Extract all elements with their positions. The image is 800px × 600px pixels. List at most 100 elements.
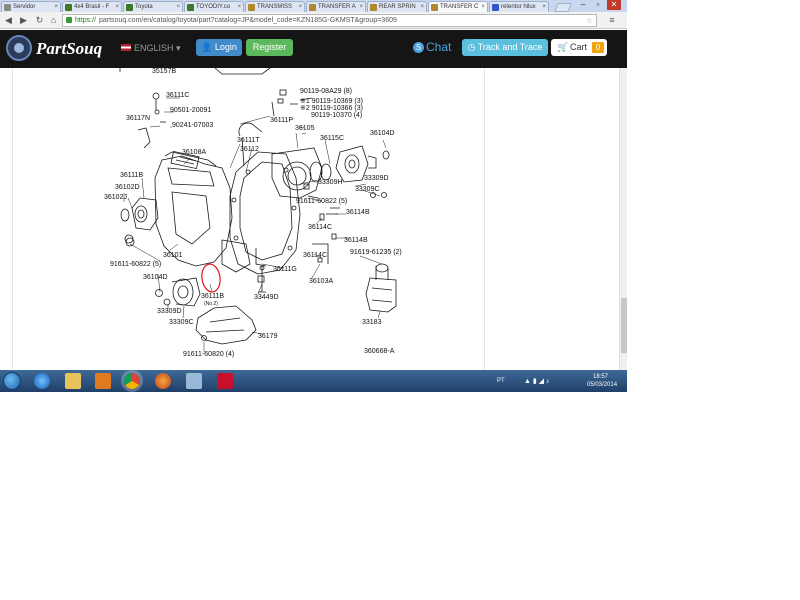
logo-icon[interactable] <box>6 35 32 61</box>
close-window-icon[interactable]: ✕ <box>607 0 621 10</box>
catalog-icon <box>309 4 316 11</box>
google-icon <box>492 4 499 11</box>
parts-diagram <box>119 68 397 352</box>
browser-tab-9[interactable]: retentor hilux × <box>489 1 549 12</box>
track-and-trace-button[interactable]: ◷ Track and Trace <box>462 39 548 56</box>
lock-icon <box>66 17 72 23</box>
part-label[interactable]: 36111C <box>166 92 189 100</box>
clock-time[interactable]: 18:57 <box>593 374 608 380</box>
site-header: PartSouq ENGLISH ▾ 👤 Login Register S Cha… <box>0 30 627 68</box>
site-logo[interactable]: PartSouq <box>36 39 102 59</box>
cart-button[interactable]: 🛒 Cart 0 <box>551 39 607 56</box>
part-label[interactable]: 36117N <box>126 115 150 123</box>
part-label[interactable]: 90119-08A29 (8) <box>300 88 352 96</box>
back-icon[interactable]: ◀ <box>3 15 14 26</box>
part-label[interactable]: 33309D <box>157 308 182 316</box>
catalog-icon <box>431 4 438 11</box>
start-button[interactable] <box>3 372 21 390</box>
part-label[interactable]: 36105 <box>295 125 314 133</box>
maximize-icon[interactable]: ▫ <box>591 0 605 10</box>
part-label[interactable]: 36101 <box>163 252 182 260</box>
media-player-icon[interactable] <box>95 373 111 389</box>
close-icon[interactable]: × <box>420 2 424 12</box>
part-label[interactable]: 33309C <box>169 319 194 327</box>
browser-tab-5[interactable]: TRANSMISS × <box>245 1 305 12</box>
close-icon[interactable]: × <box>298 2 302 12</box>
menu-icon[interactable]: ≡ <box>606 15 618 26</box>
close-icon[interactable]: × <box>542 2 546 12</box>
part-label[interactable]: 90241-07003 <box>172 122 213 130</box>
page-scrollbar[interactable] <box>619 68 627 370</box>
reload-icon[interactable]: ↻ <box>34 15 45 26</box>
close-icon[interactable]: × <box>481 2 485 12</box>
part-label[interactable]: 91611-60820 (4) <box>183 351 234 359</box>
login-button[interactable]: 👤 Login <box>196 39 242 56</box>
part-label[interactable]: 36115C <box>320 135 344 143</box>
close-icon[interactable]: × <box>176 2 180 12</box>
close-icon[interactable]: × <box>115 2 119 12</box>
bookmark-star-icon[interactable]: ☆ <box>586 15 593 26</box>
forward-icon[interactable]: ▶ <box>18 15 29 26</box>
part-label[interactable]: 36111T <box>237 137 260 145</box>
acrobat-icon[interactable] <box>217 373 233 389</box>
browser-tab-1[interactable]: Servidor × <box>1 1 61 12</box>
part-label[interactable]: 36114B <box>346 209 370 217</box>
language-select[interactable]: ENGLISH ▾ <box>134 43 181 54</box>
register-button[interactable]: Register <box>246 39 293 56</box>
part-label[interactable]: 35157B <box>152 68 176 76</box>
browser-tab-7[interactable]: REAR SPRIN × <box>367 1 427 12</box>
close-icon[interactable]: × <box>359 2 363 12</box>
part-label[interactable]: 36114B <box>344 237 368 245</box>
part-label[interactable]: 91611-60822 (5) <box>296 198 347 206</box>
caret-down-icon: ▾ <box>176 43 181 53</box>
part-label[interactable]: 36104D <box>143 274 168 282</box>
firefox-icon[interactable] <box>155 373 171 389</box>
part-label[interactable]: 33309H <box>318 179 343 187</box>
part-label[interactable]: 36103A <box>309 278 333 286</box>
part-label[interactable]: 36114C <box>308 224 332 232</box>
forum-icon <box>187 4 194 11</box>
computer-icon[interactable] <box>186 373 202 389</box>
browser-tab-2[interactable]: 4x4 Brasil - F × <box>62 1 122 12</box>
part-label[interactable]: 36112 <box>240 146 259 154</box>
close-icon[interactable]: × <box>54 2 58 12</box>
catalog-icon <box>248 4 255 11</box>
minimize-icon[interactable]: – <box>576 0 590 10</box>
home-icon[interactable]: ⌂ <box>48 15 59 26</box>
part-label[interactable]: 91611-60822 (5) <box>110 261 161 269</box>
part-label[interactable]: 33183 <box>362 319 381 327</box>
clock-date[interactable]: 05/03/2014 <box>587 382 617 388</box>
part-label[interactable]: 36114C <box>303 252 327 260</box>
browser-tab-3[interactable]: Toyota × <box>123 1 183 12</box>
chrome-icon[interactable] <box>124 373 140 389</box>
part-label[interactable]: 91619-61235 (2) <box>350 249 402 257</box>
catalog-content: 35157B 36111C 90501-20091 90241-07003 36… <box>0 68 627 370</box>
part-label[interactable]: 33449D <box>254 294 279 302</box>
part-label[interactable]: 36108A <box>182 149 206 157</box>
part-label[interactable]: 36179 <box>258 333 277 341</box>
part-label[interactable]: 36102J <box>104 194 127 202</box>
internet-explorer-icon[interactable] <box>34 373 50 389</box>
part-label[interactable]: 36111G <box>273 266 297 274</box>
folder-icon[interactable] <box>65 373 81 389</box>
part-label[interactable]: 36111B <box>120 172 143 180</box>
flag-icon <box>121 44 131 51</box>
browser-tab-4[interactable]: TOYODIY.co × <box>184 1 244 12</box>
part-label[interactable]: 36111P <box>270 117 293 125</box>
chat-link[interactable]: S Chat <box>413 40 451 54</box>
part-label[interactable]: 90501-20091 <box>170 107 211 115</box>
close-icon[interactable]: × <box>237 2 241 12</box>
diagram-id: 360668-A <box>364 348 395 355</box>
address-bar[interactable]: https:// partsouq.com/en/catalog/toyota/… <box>62 14 597 27</box>
part-label[interactable]: 33309C <box>355 186 380 194</box>
part-label[interactable]: 33309D <box>364 175 389 183</box>
part-label[interactable]: 36102D <box>115 184 140 192</box>
url-text: partsouq.com/en/catalog/toyota/part?cata… <box>99 17 397 24</box>
part-label[interactable]: 90119-10370 (4) <box>311 112 362 120</box>
language-indicator[interactable]: PT <box>497 378 505 384</box>
new-tab-button[interactable] <box>554 3 572 12</box>
browser-tab-6[interactable]: TRANSFER A × <box>306 1 366 12</box>
tray-icons[interactable]: ▲ ▮ ◢ ♪ <box>524 377 550 385</box>
scrollbar-thumb[interactable] <box>621 298 627 353</box>
part-label[interactable]: 36104D <box>370 130 395 138</box>
